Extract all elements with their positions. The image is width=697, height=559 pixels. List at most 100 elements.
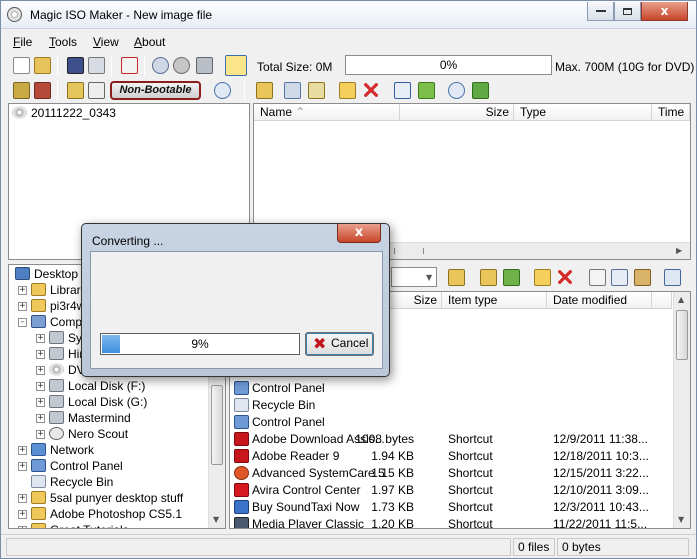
menu-about-label: bout bbox=[142, 35, 166, 49]
new-file-icon[interactable] bbox=[13, 57, 30, 74]
column-type[interactable]: Type bbox=[514, 104, 652, 121]
tree-item[interactable]: Adobe Photoshop CS5.1 bbox=[31, 507, 182, 523]
tree-item[interactable]: Mastermind bbox=[49, 411, 131, 427]
list-scroll-up-icon[interactable]: ▲ bbox=[678, 295, 684, 304]
file-row[interactable]: Recycle Bin bbox=[234, 397, 670, 414]
tree-item[interactable]: Control Panel bbox=[31, 459, 123, 475]
column-time[interactable]: Time bbox=[652, 104, 690, 121]
tree-item[interactable]: Great Tutorials bbox=[31, 523, 129, 528]
up-folder-icon[interactable] bbox=[256, 82, 273, 99]
tree-expander-icon[interactable]: + bbox=[18, 510, 27, 519]
tree-expander-icon[interactable]: + bbox=[18, 302, 27, 311]
tree-item[interactable]: 5sal punyer desktop stuff bbox=[31, 491, 183, 507]
export-icon[interactable] bbox=[418, 82, 435, 99]
tree-item[interactable]: DV bbox=[49, 363, 85, 379]
dialog-close-button[interactable]: x bbox=[337, 224, 381, 243]
close-button[interactable]: x bbox=[641, 2, 688, 21]
column-date-modified[interactable]: Date modified bbox=[547, 292, 652, 309]
view-mode-icon[interactable] bbox=[664, 269, 681, 286]
scroll-down-icon[interactable]: ▼ bbox=[213, 515, 219, 524]
tree-item[interactable]: Local Disk (G:) bbox=[49, 395, 147, 411]
column-size[interactable]: Size bbox=[400, 104, 514, 121]
paste-icon[interactable] bbox=[634, 269, 651, 286]
tree-expander-icon[interactable]: + bbox=[18, 286, 27, 295]
file-row[interactable]: Advanced SystemCare 5 1.15 KB Shortcut 12/1… bbox=[234, 465, 670, 482]
drive-icon[interactable] bbox=[196, 57, 213, 74]
clock-icon[interactable] bbox=[152, 57, 169, 74]
boot-info-icon[interactable] bbox=[13, 82, 30, 99]
go-folder-icon[interactable] bbox=[448, 269, 465, 286]
parent-folder-icon[interactable] bbox=[480, 269, 497, 286]
new-folder-icon[interactable] bbox=[339, 82, 356, 99]
menu-view[interactable]: View bbox=[93, 35, 119, 49]
tree-expander-icon[interactable]: + bbox=[36, 430, 45, 439]
tree-expander-icon[interactable]: + bbox=[36, 398, 45, 407]
tree-item[interactable]: Recycle Bin bbox=[31, 475, 113, 491]
tree-item[interactable]: Desktop bbox=[15, 267, 78, 283]
title-bar[interactable]: Magic ISO Maker - New image file x bbox=[1, 1, 696, 29]
minimize-button[interactable] bbox=[587, 2, 614, 21]
local-new-folder-icon[interactable] bbox=[534, 269, 551, 286]
file-row[interactable]: Buy SoundTaxi Now 1.73 KB Shortcut 12/3/201… bbox=[234, 499, 670, 516]
rename-icon[interactable] bbox=[308, 82, 325, 99]
list-vertical-scrollbar[interactable]: ▲ ▼ bbox=[673, 292, 690, 528]
open-folder-icon[interactable] bbox=[34, 57, 51, 74]
scroll-thumb[interactable] bbox=[211, 385, 223, 465]
menu-file[interactable]: File bbox=[13, 35, 32, 49]
cancel-button[interactable]: ✖ Cancel bbox=[305, 332, 374, 356]
column-name[interactable]: Name ⌃ bbox=[254, 104, 400, 121]
tree-item[interactable]: Hir bbox=[49, 347, 83, 363]
file-name: Recycle Bin bbox=[252, 398, 316, 412]
non-bootable-button[interactable]: Non-Bootable bbox=[110, 81, 201, 100]
user-folder-icon bbox=[31, 299, 46, 312]
tree-expander-icon[interactable]: + bbox=[36, 414, 45, 423]
list-scroll-down-icon[interactable]: ▼ bbox=[678, 515, 684, 524]
scroll-right-icon[interactable]: ▶ bbox=[676, 246, 682, 255]
delete-icon[interactable] bbox=[364, 83, 378, 97]
file-row[interactable]: Media Player Classic 1.20 KB Shortcut 11/22… bbox=[234, 516, 670, 528]
file-row[interactable]: Adobe Download Assis... 1008 bytes Shortcu… bbox=[234, 431, 670, 448]
search-icon[interactable] bbox=[214, 82, 231, 99]
tree-item[interactable]: Network bbox=[31, 443, 94, 459]
tree-expander-icon[interactable]: + bbox=[36, 334, 45, 343]
find-icon[interactable] bbox=[448, 82, 465, 99]
tree-expander-icon[interactable]: + bbox=[36, 366, 45, 375]
folder-options-icon[interactable] bbox=[67, 82, 84, 99]
tree-item[interactable]: Local Disk (F:) bbox=[49, 379, 145, 395]
cut-icon[interactable] bbox=[589, 269, 606, 286]
local-delete-icon[interactable] bbox=[558, 270, 572, 284]
tree-expander-icon[interactable]: + bbox=[18, 446, 27, 455]
extract-icon[interactable] bbox=[225, 55, 247, 76]
sort-icon[interactable] bbox=[88, 82, 105, 99]
tree-expander-icon[interactable]: - bbox=[18, 318, 27, 327]
volume-label-icon[interactable] bbox=[394, 82, 411, 99]
dropdown-arrow-icon[interactable]: ▼ bbox=[426, 273, 432, 282]
add-files-icon[interactable] bbox=[284, 82, 301, 99]
save-as-icon[interactable] bbox=[88, 57, 105, 74]
file-row[interactable]: Control Panel bbox=[234, 380, 670, 397]
tree-item[interactable]: pi3r4w bbox=[31, 299, 85, 315]
path-combo[interactable]: ▼ bbox=[391, 267, 437, 287]
file-row[interactable]: Avira Control Center 1.97 KB Shortcut 12/10… bbox=[234, 482, 670, 499]
iso-root-node[interactable]: 20111222_0343 bbox=[12, 106, 116, 122]
burn-disc-icon[interactable] bbox=[173, 57, 190, 74]
tree-expander-icon[interactable]: + bbox=[36, 350, 45, 359]
maximize-button[interactable] bbox=[614, 2, 641, 21]
menu-tools[interactable]: Tools bbox=[49, 35, 77, 49]
tree-expander-icon[interactable]: + bbox=[18, 462, 27, 471]
file-row[interactable]: Adobe Reader 9 1.94 KB Shortcut 12/18/2011 … bbox=[234, 448, 670, 465]
column-item-type[interactable]: Item type bbox=[442, 292, 547, 309]
local-refresh-icon[interactable] bbox=[503, 269, 520, 286]
boot-config-icon[interactable] bbox=[34, 82, 51, 99]
tree-expander-icon[interactable]: + bbox=[18, 526, 27, 528]
tree-expander-icon[interactable]: + bbox=[18, 494, 27, 503]
tree-expander-icon[interactable]: + bbox=[36, 382, 45, 391]
refresh-icon[interactable] bbox=[472, 82, 489, 99]
menu-about[interactable]: About bbox=[134, 35, 165, 49]
properties-icon[interactable] bbox=[121, 57, 138, 74]
file-row[interactable]: Control Panel bbox=[234, 414, 670, 431]
list-scroll-thumb[interactable] bbox=[676, 310, 688, 360]
save-icon[interactable] bbox=[67, 57, 84, 74]
tree-item[interactable]: Nero Scout bbox=[49, 427, 128, 443]
copy-icon[interactable] bbox=[611, 269, 628, 286]
